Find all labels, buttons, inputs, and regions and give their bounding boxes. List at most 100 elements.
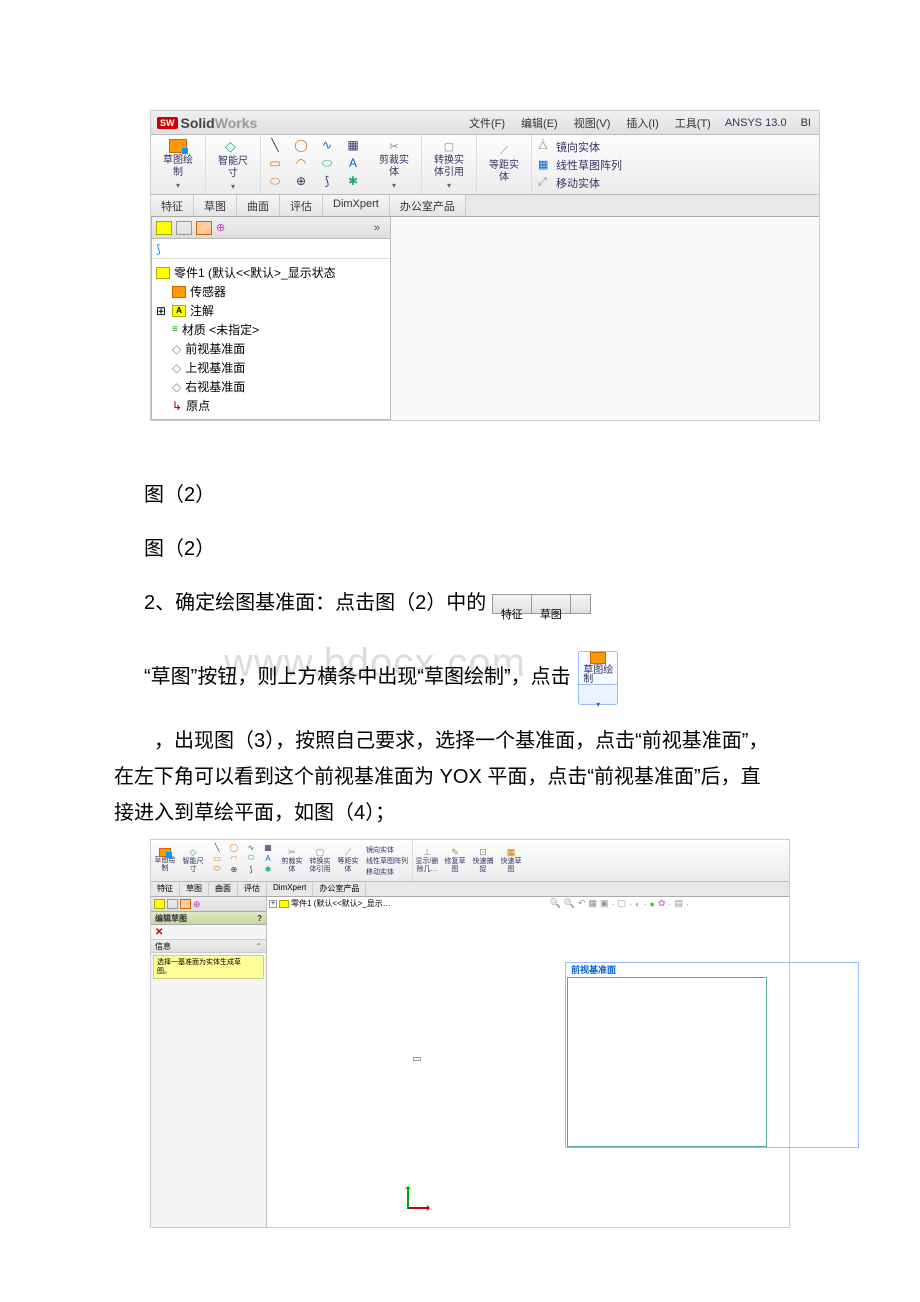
- mirror-button[interactable]: ⧊镜向实体: [538, 139, 622, 155]
- zoom-area-icon[interactable]: 🔍: [564, 898, 575, 909]
- prev-view-icon[interactable]: ↶: [578, 898, 586, 909]
- tree-expand-icon[interactable]: »: [374, 222, 380, 234]
- convert-button[interactable]: ▢ 转换实 体引用 ▾: [428, 140, 470, 190]
- dimension-icon: [225, 138, 241, 154]
- tab-evaluate[interactable]: 评估: [238, 882, 267, 896]
- view-orient-icon[interactable]: ▣: [600, 898, 609, 909]
- display-icon[interactable]: ▢: [618, 898, 627, 909]
- tab-feature[interactable]: 特征: [151, 882, 180, 896]
- tree-origin[interactable]: ↳原点: [154, 396, 388, 415]
- trim-button[interactable]: ✂ 剪裁实 体 ▾: [373, 140, 415, 190]
- scene-icon[interactable]: ✿: [658, 898, 666, 909]
- tab-sketch[interactable]: 草图: [180, 882, 209, 896]
- tree-tab-icon-4[interactable]: ⊕: [216, 221, 232, 235]
- plane-handle[interactable]: [413, 1057, 421, 1061]
- rectangle-icon[interactable]: ▭: [269, 156, 280, 170]
- ribbon-group-sketch: 草图绘 制 ▾: [151, 135, 206, 194]
- pm-cancel[interactable]: ✕: [151, 925, 266, 939]
- polygon-icon[interactable]: ⊕: [296, 174, 306, 188]
- tab-office[interactable]: 办公室产品: [313, 882, 366, 896]
- menu-tools[interactable]: 工具(T): [667, 112, 719, 134]
- tree-root[interactable]: 零件1 (默认<<默认>_显示状态: [154, 263, 388, 282]
- pm-tab-2[interactable]: [167, 899, 178, 909]
- offset-button[interactable]: ⟋ 等距实 体: [483, 145, 525, 184]
- point-icon[interactable]: ✱: [348, 174, 358, 188]
- tab-surface[interactable]: 曲面: [209, 882, 238, 896]
- pm-info-header[interactable]: 信息 ⌃: [151, 939, 266, 953]
- collapse-icon: ⌃: [255, 942, 262, 951]
- flyout-tree[interactable]: + 零件1 (默认<<默认>_显示…: [267, 897, 393, 910]
- smart-dimension-button[interactable]: ◇智能尺 寸: [179, 840, 207, 881]
- tree-top-plane[interactable]: ◇上视基准面: [154, 358, 388, 377]
- tab-surface[interactable]: 曲面: [237, 195, 280, 216]
- dimension-icon: ◇: [190, 847, 197, 858]
- tab-evaluate[interactable]: 评估: [280, 195, 323, 216]
- move-button[interactable]: 移动实体: [366, 867, 408, 877]
- section-icon[interactable]: ▦: [589, 898, 598, 909]
- step-2-para2: ，出现图（3），按照自己要求，选择一个基准面，点击“前视基准面”，在左下角可以看…: [114, 723, 776, 831]
- menu-ansys[interactable]: ANSYS 13.0: [719, 114, 793, 132]
- tree-right-plane[interactable]: ◇右视基准面: [154, 377, 388, 396]
- arc-icon[interactable]: ◠: [296, 156, 306, 170]
- pm-tab-1[interactable]: [154, 899, 165, 909]
- sketch-draw-button[interactable]: 草图绘 制 ▾: [157, 139, 199, 190]
- settings-icon[interactable]: ▤: [674, 898, 683, 909]
- linear-pattern-button[interactable]: 线性草图阵列: [366, 856, 408, 866]
- menu-insert[interactable]: 插入(I): [618, 112, 666, 134]
- sketch-draw-button[interactable]: 草图绘 制: [151, 840, 179, 881]
- tab-feature[interactable]: 特征: [151, 195, 194, 216]
- tree-front-plane[interactable]: ◇前视基准面: [154, 339, 388, 358]
- menu-edit[interactable]: 编辑(E): [513, 112, 566, 134]
- menu-file[interactable]: 文件(F): [461, 112, 513, 134]
- hide-show-icon[interactable]: ◐: [635, 899, 640, 909]
- quick-snap-button[interactable]: ⊡快速捕 捉: [469, 840, 497, 881]
- tree-material[interactable]: ≡材质 <未指定>: [154, 320, 388, 339]
- trim-button[interactable]: ✂剪裁实 体: [278, 840, 306, 881]
- part-icon: [279, 900, 289, 908]
- plane-highlight[interactable]: [567, 977, 767, 1147]
- text-icon[interactable]: A: [349, 156, 357, 170]
- sensors-icon: [172, 286, 186, 298]
- pm-tab-4[interactable]: ⊕: [193, 899, 204, 909]
- menu-tail: BI: [793, 114, 819, 132]
- appearance-icon[interactable]: ●: [650, 899, 655, 909]
- tab-sketch[interactable]: 草图: [194, 195, 237, 216]
- mirror-button[interactable]: 镜向实体: [366, 845, 408, 855]
- tree-annotations[interactable]: ⊞A注解: [154, 301, 388, 320]
- ribbon-group-convert: ▢ 转换实 体引用 ▾: [422, 135, 477, 194]
- smart-dimension-button[interactable]: 智能尺 寸 ▾: [212, 138, 254, 191]
- menu-view[interactable]: 视图(V): [566, 112, 619, 134]
- spline-icon[interactable]: ∿: [322, 138, 332, 152]
- tree-tab-icon-3[interactable]: [196, 221, 212, 235]
- convert-icon: ▢: [444, 140, 454, 153]
- graphics-area[interactable]: + 零件1 (默认<<默认>_显示… 🔍 🔍 ↶ ▦ ▣ · ▢ · ◐ · ●: [267, 897, 789, 1227]
- fillet-icon[interactable]: ⟆: [325, 174, 330, 188]
- convert-button[interactable]: ▢转换实 体引用: [306, 840, 334, 881]
- ribbon-group-trim: ✂ 剪裁实 体 ▾: [367, 135, 422, 194]
- tab-office[interactable]: 办公室产品: [390, 195, 466, 216]
- part-icon: [156, 267, 170, 279]
- tab-dimxpert[interactable]: DimXpert: [267, 882, 313, 896]
- show-delete-button[interactable]: ⊥显示/删 除几…: [413, 840, 441, 881]
- offset-button[interactable]: ⟋等距实 体: [334, 840, 362, 881]
- move-button[interactable]: ⤢移动实体: [538, 175, 622, 191]
- pm-tab-3[interactable]: [180, 899, 191, 909]
- step-2-line2: www.bdocx.com “草图”按钮，则上方横条中出现“草图绘制”，点击 草…: [144, 651, 774, 705]
- repair-button[interactable]: ✎修复草 图: [441, 840, 469, 881]
- tab-dimxpert[interactable]: DimXpert: [323, 195, 390, 216]
- slot-icon[interactable]: ⬭: [270, 174, 280, 189]
- pattern-icon[interactable]: ▦: [347, 138, 358, 152]
- line-icon[interactable]: ╲: [271, 138, 278, 152]
- linear-pattern-button[interactable]: ▦线性草图阵列: [538, 157, 622, 173]
- ellipse-icon[interactable]: ⬭: [322, 156, 332, 171]
- tree-sensors[interactable]: 传感器: [154, 282, 388, 301]
- trim-icon: ✂: [288, 847, 296, 858]
- rapid-sketch-button[interactable]: ▦快速草 图: [497, 840, 525, 881]
- circle-icon[interactable]: ◯: [294, 138, 307, 152]
- filter-icon[interactable]: ⟆: [156, 242, 161, 256]
- zoom-fit-icon[interactable]: 🔍: [550, 898, 561, 909]
- expand-icon[interactable]: +: [269, 900, 277, 908]
- help-icon[interactable]: ?: [257, 914, 262, 923]
- tree-tab-icon-2[interactable]: [176, 221, 192, 235]
- tree-tab-icon-1[interactable]: [156, 221, 172, 235]
